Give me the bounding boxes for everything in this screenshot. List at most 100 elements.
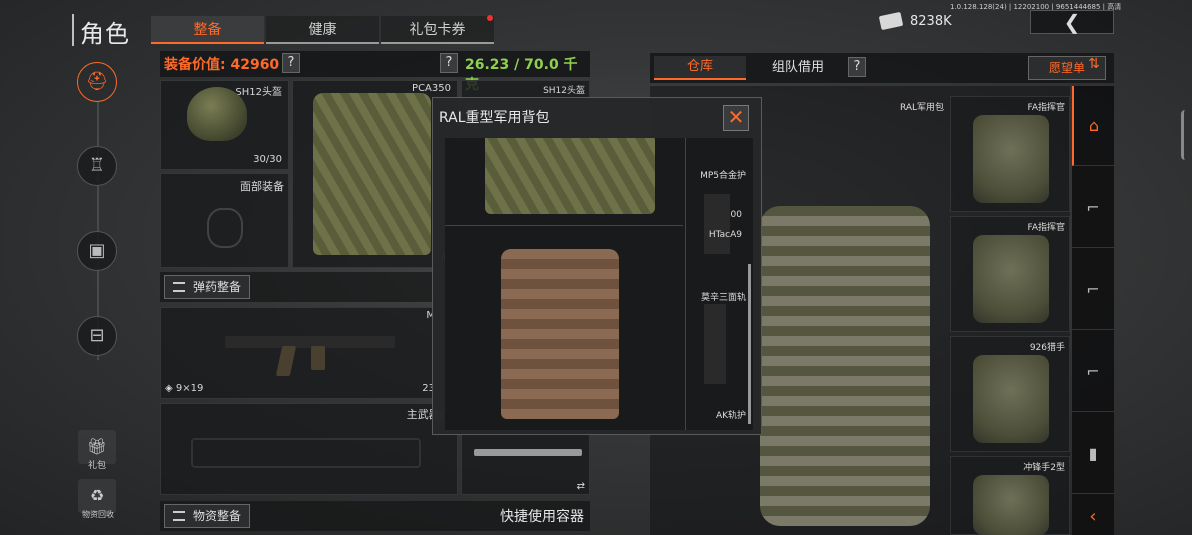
supply-prep-button[interactable]: 物资整备 — [164, 504, 251, 528]
armor-image — [485, 138, 655, 214]
gift-label: 礼包 — [87, 461, 106, 471]
category-ammo-button[interactable]: ▮ — [1072, 414, 1114, 494]
primary-weapon-slot[interactable]: M ◈ 9×19 23 — [160, 307, 458, 399]
inventory-item[interactable]: FA指挥官 — [950, 216, 1070, 332]
inventory-item[interactable]: FA指挥官 — [950, 96, 1070, 212]
tab-warehouse[interactable]: 仓库 — [654, 56, 746, 80]
rifle-icon: ⌐ — [1086, 198, 1100, 217]
popup-close-button[interactable]: ✕ — [723, 105, 749, 131]
ammo-prep-button[interactable]: 弹药整备 — [164, 275, 251, 299]
inventory-item[interactable]: 926猎手 — [950, 336, 1070, 452]
rail-gear-button[interactable]: ⛑ — [77, 62, 117, 102]
inventory-header: 仓库 组队借用 ? 愿望单 — [650, 53, 1114, 83]
item-label: 冲锋手2型 — [1023, 463, 1065, 473]
popup-scrollbar[interactable] — [748, 264, 751, 424]
smg-icon: ⌐ — [1086, 280, 1100, 299]
backpack-icon: ▣ — [88, 240, 106, 261]
popup-item[interactable] — [445, 227, 683, 427]
back-button[interactable]: ❮ — [1030, 10, 1114, 34]
pouch-image — [973, 235, 1049, 323]
pouch-image — [973, 355, 1049, 443]
tab-gear[interactable]: 整备 — [151, 16, 264, 44]
popup-attachment-list: MP5合金护 31/100 HTacA9 莫辛三面轨 AK轨护 — [685, 138, 749, 430]
tab-health[interactable]: 健康 — [266, 16, 379, 44]
sort-button[interactable]: ⇅ — [1082, 56, 1106, 76]
team-help-button[interactable]: ? — [848, 57, 866, 77]
backpack-label: RAL军用包 — [899, 103, 944, 113]
ammo-icon: ▮ — [1088, 444, 1098, 463]
sort-icon: ⇅ — [1088, 56, 1100, 72]
category-all-button[interactable]: ⌂ — [1072, 86, 1114, 166]
rifle-image — [225, 336, 395, 348]
rifle-placeholder-icon — [191, 438, 421, 468]
backpack-image[interactable] — [760, 206, 930, 526]
clothing-icon: ♖ — [88, 155, 106, 176]
category-smg-button[interactable]: ⌐ — [1072, 250, 1114, 330]
ammo-prep-label: 弹药整备 — [193, 280, 242, 294]
supply-bar: 物资整备 快捷使用容器 — [160, 501, 590, 531]
inventory-item[interactable]: 冲锋手2型 — [950, 456, 1070, 535]
rifle-magazine — [311, 346, 325, 370]
attachment-label: AK轨护 — [715, 411, 746, 421]
category-sniper-button[interactable]: ⌐ — [1072, 332, 1114, 412]
pouch-image — [973, 475, 1049, 535]
recycle-button[interactable]: ♻ — [78, 479, 116, 513]
attachment-label: HTacA9 — [708, 230, 742, 240]
tab-team-borrow[interactable]: 组队借用 — [750, 56, 846, 80]
face-slot[interactable]: 面部装备 — [160, 173, 289, 268]
helmet-durability: 30/30 — [253, 154, 282, 165]
category-rifle-button[interactable]: ⌐ — [1072, 168, 1114, 248]
attachment-label: 莫辛三面轨 — [700, 293, 746, 303]
sniper-icon: ⌐ — [1086, 362, 1100, 381]
ammo-type: ◈ 9×19 — [165, 383, 203, 394]
item-label: FA指挥官 — [1027, 223, 1065, 233]
currency-value: 8238K — [910, 14, 952, 29]
attachment-image — [704, 304, 726, 384]
page-title: 角色 — [80, 20, 130, 48]
rail-backpack-button[interactable]: ▣ — [77, 231, 117, 271]
home-icon: ⌂ — [1088, 116, 1100, 135]
weight-help-button[interactable]: ? — [440, 53, 458, 73]
knife-image — [474, 449, 582, 456]
close-icon: ✕ — [727, 105, 745, 129]
notification-dot — [487, 15, 493, 21]
category-rail: ⌂ ⌐ ⌐ ⌐ ▮ ‹ — [1072, 86, 1114, 535]
gear-value: 装备价值: 42960 — [164, 57, 280, 73]
vest-image — [501, 249, 619, 419]
armor-image — [313, 93, 431, 255]
edge-handle[interactable] — [1181, 110, 1189, 160]
supply-prep-label: 物资整备 — [193, 509, 242, 523]
helmet-icon: ⛑ — [85, 71, 109, 92]
primary-weapon-back-slot[interactable]: 主武器(背 — [160, 403, 458, 495]
helmet-image — [187, 87, 247, 141]
item-label: FA指挥官 — [1027, 103, 1065, 113]
chevron-left-icon: ‹ — [1089, 506, 1097, 527]
tab-gift-cards[interactable]: 礼包卡券 — [381, 16, 494, 44]
melee-slot[interactable]: ⇄ — [461, 434, 590, 495]
gear-value-help-button[interactable]: ? — [282, 53, 300, 73]
swap-icon: ⇄ — [576, 481, 585, 492]
cash-icon — [878, 11, 904, 31]
ammo-icon: ◈ — [165, 383, 176, 394]
container-icon: ⊟ — [89, 325, 105, 346]
rifle-grip — [275, 346, 297, 376]
popup-title: RAL重型军用背包 — [439, 110, 550, 126]
chevron-left-icon: ❮ — [1063, 10, 1081, 34]
list-icon — [173, 282, 185, 292]
helmet-name: SH12头盔 — [235, 87, 282, 98]
rig-name: SH12头盔 — [543, 86, 585, 96]
list-icon — [173, 511, 185, 521]
popup-content[interactable]: MP5合金护 31/100 HTacA9 莫辛三面轨 AK轨护 — [445, 138, 753, 430]
rail-container-button[interactable]: ⊟ — [77, 316, 117, 356]
recycle-label: 物资回收 — [82, 510, 114, 519]
rail-clothing-button[interactable]: ♖ — [77, 146, 117, 186]
attachment-label: MP5合金护 — [700, 171, 746, 181]
helmet-slot[interactable]: SH12头盔 30/30 — [160, 80, 289, 170]
item-popup: RAL重型军用背包 ✕ MP5合金护 31/100 HTacA9 莫辛三面轨 A… — [432, 97, 762, 435]
gear-stats-bar: 装备价值: 42960 ? ? 26.23 / 70.0 千克 — [160, 51, 590, 93]
collapse-button[interactable]: ‹ — [1072, 501, 1114, 533]
page-title-bar: 角色 — [72, 14, 130, 48]
ammo-caliber: 9×19 — [175, 383, 204, 394]
gas-mask-placeholder-icon — [207, 208, 243, 248]
quick-container-label: 快捷使用容器 — [500, 509, 584, 525]
